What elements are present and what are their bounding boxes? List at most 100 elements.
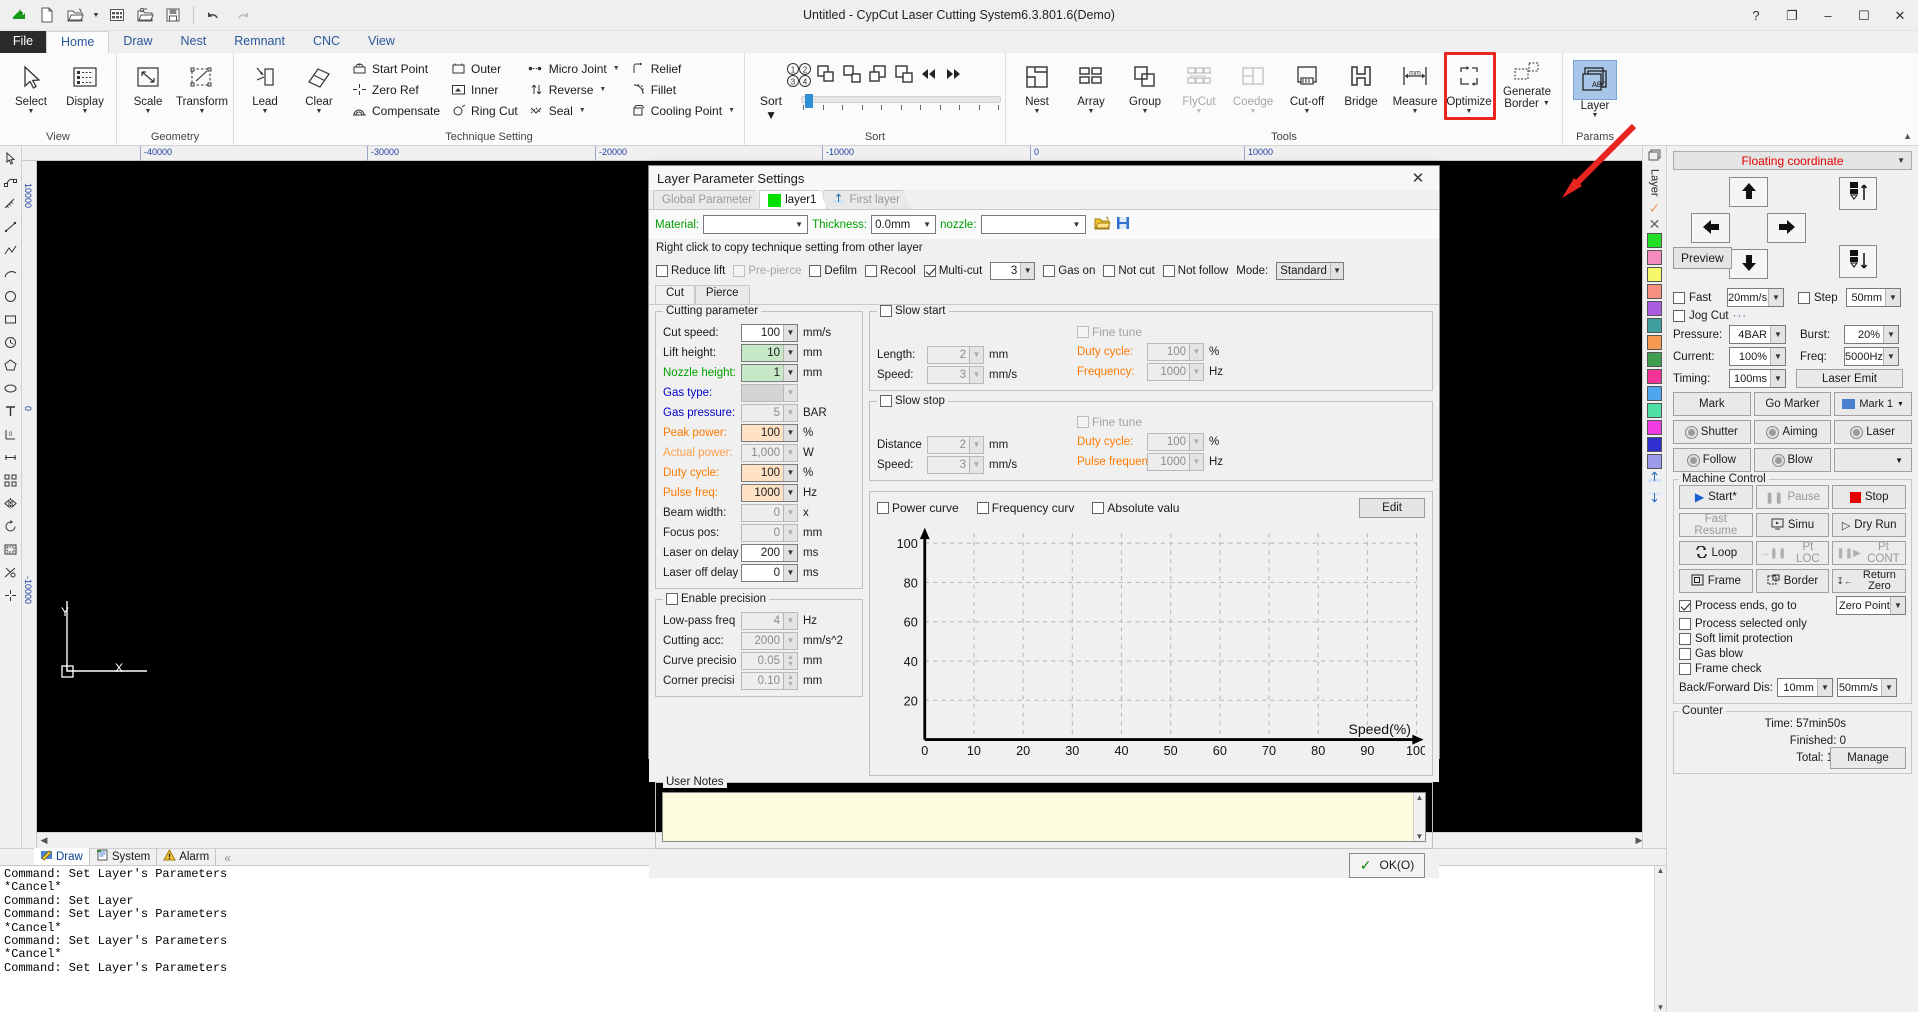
slow-stop-legend[interactable]: Slow stop (877, 395, 948, 407)
power-curve-checkbox-row[interactable]: Power curve (877, 501, 959, 515)
scroll-up-arrow-icon[interactable]: ▲ (1416, 793, 1424, 802)
chevron-down-icon[interactable]: ▼ (1196, 108, 1203, 116)
chevron-down-icon[interactable]: ▼ (1543, 100, 1550, 108)
chevron-down-icon[interactable]: ▼ (765, 108, 777, 122)
minimize-button[interactable]: – (1810, 1, 1846, 31)
ribbon-tab-view[interactable]: View (354, 31, 409, 53)
close-button[interactable]: ✕ (1882, 1, 1918, 31)
console-scrollbar[interactable]: ▲ ▼ (1654, 866, 1666, 1012)
power-curve-checkbox[interactable] (877, 502, 889, 514)
thickness-combo[interactable]: 0.0mm ▼ (871, 215, 937, 234)
chevron-down-icon[interactable]: ▼ (1770, 370, 1785, 387)
low-pass-freq-field[interactable]: 4 ▼ (741, 612, 798, 630)
chevron-down-icon[interactable]: ▼ (1088, 108, 1095, 116)
slow-stop-fine-tune-row[interactable]: Fine tune (1077, 415, 1425, 429)
multi-cut-checkbox-row[interactable]: Multi-cut (923, 265, 982, 277)
micro-joint-button[interactable]: Micro Joint ▼ (523, 58, 625, 79)
chevron-down-icon[interactable]: ▼ (783, 385, 797, 401)
frequency-curve-checkbox-row[interactable]: Frequency curv (976, 501, 1074, 515)
slow-start-legend[interactable]: Slow start (877, 305, 949, 317)
stop-button[interactable]: Stop (1832, 485, 1906, 509)
slow-stop-distance-field[interactable]: 2 ▼ (927, 436, 984, 454)
back-forward-dist-combo[interactable]: 10mm ▼ (1776, 678, 1833, 697)
chevron-down-icon[interactable]: ▼ (1816, 679, 1832, 696)
material-combo[interactable]: ▼ (703, 215, 809, 234)
gas-on-checkbox-row[interactable]: Gas on (1043, 265, 1095, 277)
gas-pressure-field[interactable]: 5 ▼ (741, 404, 798, 422)
chevron-down-icon[interactable]: ▼ (919, 220, 935, 229)
follow-button[interactable]: Follow (1673, 448, 1751, 472)
nozzle-down-button[interactable] (1839, 245, 1877, 278)
layer-swatch[interactable] (1647, 368, 1662, 384)
coordinate-mode-combo[interactable]: Floating coordinate ▼ (1673, 151, 1912, 170)
circle-tool-icon[interactable] (1, 286, 21, 307)
chevron-down-icon[interactable]: ▼ (783, 465, 797, 481)
check-mark-icon[interactable]: ✓ (1649, 201, 1661, 215)
gas-on-checkbox[interactable] (1043, 265, 1056, 277)
lift-height-field[interactable]: 10 ▼ (741, 344, 798, 362)
save-disk-icon[interactable] (1115, 215, 1131, 234)
layerstrip-stack-icon[interactable] (1647, 149, 1663, 166)
last-layer-icon[interactable] (1647, 490, 1662, 507)
not-follow-checkbox-row[interactable]: Not follow (1162, 265, 1228, 277)
fast-resume-button[interactable]: Fast Resume (1679, 513, 1753, 537)
sort-order-1234-icon[interactable]: 1234 (786, 61, 812, 89)
recool-checkbox[interactable] (865, 265, 877, 277)
redo-icon[interactable] (229, 3, 255, 27)
chevron-down-icon[interactable]: ▼ (783, 325, 797, 341)
jog-left-button[interactable] (1691, 213, 1730, 243)
curve-precision-field[interactable]: 0.05 ▲ ▼ (741, 652, 798, 670)
chevron-down-icon[interactable]: ▼ (783, 525, 797, 541)
slow-start-fine-tune-checkbox[interactable] (1077, 326, 1089, 338)
app-logo-icon[interactable] (6, 3, 32, 27)
mirror-tool-icon[interactable] (1, 493, 21, 514)
array-button[interactable]: Array ▼ (1064, 56, 1118, 117)
ribbon-collapse-icon[interactable]: ▲ (1903, 131, 1912, 141)
layer-swatch[interactable] (1647, 385, 1662, 401)
node-edit-icon[interactable] (1, 171, 21, 192)
chevron-down-icon[interactable]: ▼ (1885, 289, 1900, 306)
chevron-down-icon[interactable]: ▼ (1895, 456, 1903, 465)
chevron-down-icon[interactable]: ▼ (1883, 326, 1898, 343)
mark-select-button[interactable]: Mark 1 ▼ (1834, 392, 1912, 416)
not-cut-checkbox-row[interactable]: Not cut (1103, 265, 1155, 277)
chevron-down-icon[interactable]: ▼ (783, 445, 797, 461)
jog-up-button[interactable] (1729, 177, 1768, 207)
first-layer-icon[interactable] (1647, 471, 1662, 488)
fast-checkbox[interactable] (1673, 291, 1685, 304)
spinner-up-down-icon[interactable]: ▲ ▼ (783, 653, 797, 669)
user-notes-scrollbar[interactable]: ▲ ▼ (1413, 792, 1425, 841)
layer-swatch[interactable] (1647, 334, 1662, 350)
absolute-value-checkbox-row[interactable]: Absolute valu (1092, 501, 1179, 515)
chevron-down-icon[interactable]: ▼ (969, 347, 983, 363)
enable-precision-checkbox[interactable] (666, 593, 678, 605)
bring-front-icon[interactable] (868, 64, 890, 87)
chevron-down-icon[interactable]: ▼ (969, 367, 983, 383)
measure-tool-icon[interactable] (1, 194, 21, 215)
layer-swatch[interactable] (1647, 300, 1662, 316)
chevron-down-icon[interactable]: ▼ (199, 108, 206, 116)
optimize-button[interactable]: Optimize ▼ (1442, 56, 1496, 117)
chevron-down-icon[interactable]: ▼ (1250, 108, 1257, 116)
jog-cut-checkbox[interactable] (1673, 310, 1685, 322)
ribbon-tab-cnc[interactable]: CNC (299, 31, 354, 53)
open-file-icon[interactable] (62, 3, 88, 27)
back-forward-speed-combo[interactable]: 50mm/s ▼ (1836, 678, 1897, 697)
chevron-down-icon[interactable]: ▼ (1770, 348, 1785, 365)
nest-table-icon[interactable] (104, 3, 130, 27)
ribbon-tab-draw[interactable]: Draw (109, 31, 166, 53)
power-curve-chart[interactable]: 20 40 60 80 100 0 10 20 30 40 50 60 70 80 90 100 Speed(%… (877, 522, 1427, 771)
enable-precision-legend[interactable]: Enable precision (663, 593, 770, 605)
reverse-button[interactable]: Reverse ▼ (523, 79, 625, 100)
chevron-down-icon[interactable]: ▼ (1304, 108, 1311, 116)
dry-run-button[interactable]: ▷ Dry Run (1832, 513, 1906, 537)
chevron-down-icon[interactable]: ▼ (783, 565, 797, 581)
reduce-lift-checkbox-row[interactable]: Reduce lift (656, 265, 725, 277)
ok-button[interactable]: ✓ OK(O) (1349, 852, 1425, 878)
jog-cut-more-icon[interactable]: ··· (1733, 310, 1748, 322)
loop-button[interactable]: Loop (1679, 541, 1753, 565)
chevron-down-icon[interactable]: ▼ (1890, 597, 1905, 614)
slow-stop-pulse-freq-field[interactable]: 1000 ▼ (1147, 453, 1204, 471)
chevron-down-icon[interactable]: ▼ (1880, 679, 1896, 696)
mark-button[interactable]: Mark (1673, 392, 1751, 416)
